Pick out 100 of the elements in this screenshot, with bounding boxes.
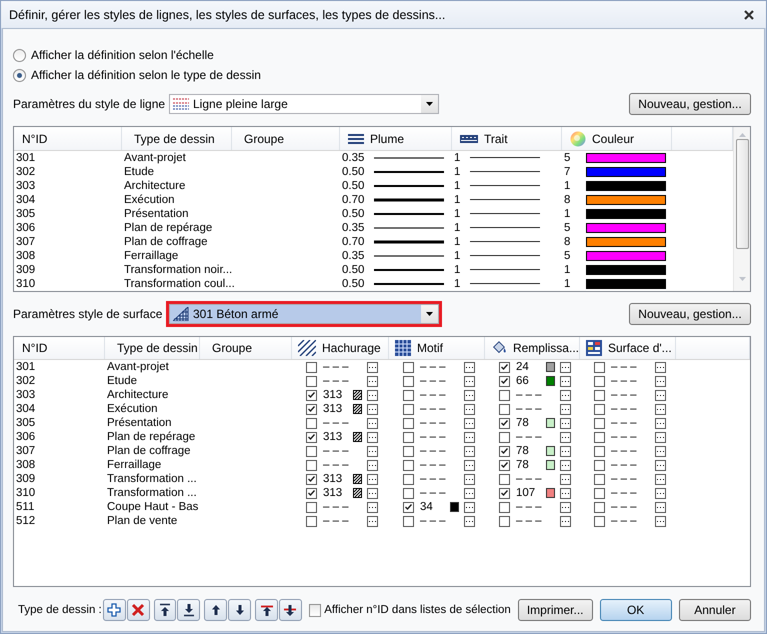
browse-button[interactable] xyxy=(464,418,475,428)
checkbox[interactable] xyxy=(306,502,317,512)
browse-button[interactable] xyxy=(655,474,666,484)
browse-button[interactable] xyxy=(655,460,666,470)
column-header[interactable]: Motif xyxy=(389,337,485,359)
checkbox[interactable] xyxy=(594,460,605,470)
browse-button[interactable] xyxy=(655,488,666,498)
new-manage-button[interactable]: Nouveau, gestion... xyxy=(629,303,751,325)
checkbox-label[interactable]: Afficher n°ID dans listes de sélection xyxy=(324,604,511,616)
checkbox[interactable] xyxy=(306,418,317,428)
browse-button[interactable] xyxy=(367,390,378,400)
checkbox[interactable] xyxy=(499,418,510,428)
add-button[interactable] xyxy=(102,599,126,621)
move-to-bottom-button[interactable] xyxy=(177,599,200,621)
dropdown-button[interactable] xyxy=(421,305,438,323)
browse-button[interactable] xyxy=(560,390,571,400)
column-header[interactable]: Groupe xyxy=(232,127,340,150)
dialog-button[interactable]: Annuler xyxy=(678,599,752,621)
browse-button[interactable] xyxy=(560,502,571,512)
browse-button[interactable] xyxy=(464,460,475,470)
insert-below-button[interactable] xyxy=(278,599,302,621)
browse-button[interactable] xyxy=(560,474,571,484)
checkbox[interactable] xyxy=(306,432,317,442)
checkbox[interactable] xyxy=(306,362,317,372)
column-header[interactable]: Remplissa... xyxy=(485,337,580,359)
checkbox[interactable] xyxy=(594,376,605,386)
checkbox[interactable] xyxy=(403,460,414,470)
column-header[interactable]: Type de dessin xyxy=(122,127,232,150)
column-header[interactable]: N°ID xyxy=(14,127,122,150)
browse-button[interactable] xyxy=(464,362,475,372)
checkbox[interactable] xyxy=(306,446,317,456)
checkbox[interactable] xyxy=(594,516,605,526)
browse-button[interactable] xyxy=(464,390,475,400)
checkbox[interactable] xyxy=(499,502,510,512)
checkbox[interactable] xyxy=(403,516,414,526)
radio-button[interactable] xyxy=(13,48,26,62)
checkbox[interactable] xyxy=(594,474,605,484)
checkbox[interactable] xyxy=(499,474,510,484)
browse-button[interactable] xyxy=(367,362,378,372)
column-header[interactable]: N°ID xyxy=(14,337,105,359)
checkbox[interactable] xyxy=(499,376,510,386)
checkbox[interactable] xyxy=(594,432,605,442)
checkbox[interactable] xyxy=(403,390,414,400)
dialog-button[interactable]: Imprimer... xyxy=(518,599,593,621)
browse-button[interactable] xyxy=(655,432,666,442)
browse-button[interactable] xyxy=(367,446,378,456)
column-header[interactable]: Surface d'... xyxy=(580,337,676,359)
browse-button[interactable] xyxy=(367,460,378,470)
checkbox[interactable] xyxy=(403,376,414,386)
column-header[interactable]: Hachurage xyxy=(292,337,389,359)
checkbox[interactable] xyxy=(594,488,605,498)
checkbox[interactable] xyxy=(594,390,605,400)
checkbox[interactable] xyxy=(403,362,414,372)
column-header[interactable]: Plume xyxy=(340,127,452,150)
browse-button[interactable] xyxy=(367,516,378,526)
checkbox[interactable] xyxy=(403,488,414,498)
checkbox[interactable] xyxy=(403,432,414,442)
browse-button[interactable] xyxy=(464,488,475,498)
checkbox[interactable] xyxy=(308,604,322,616)
checkbox[interactable] xyxy=(499,432,510,442)
browse-button[interactable] xyxy=(655,446,666,456)
checkbox[interactable] xyxy=(499,516,510,526)
browse-button[interactable] xyxy=(367,432,378,442)
browse-button[interactable] xyxy=(655,404,666,414)
browse-button[interactable] xyxy=(464,516,475,526)
browse-button[interactable] xyxy=(367,502,378,512)
move-down-button[interactable] xyxy=(228,599,252,621)
browse-button[interactable] xyxy=(464,474,475,484)
move-to-top-button[interactable] xyxy=(154,599,176,621)
checkbox[interactable] xyxy=(594,362,605,372)
radio-button[interactable] xyxy=(13,68,26,82)
browse-button[interactable] xyxy=(655,418,666,428)
column-header[interactable]: Type de dessin xyxy=(105,337,200,359)
surface-style-dropdown[interactable]: 301 Béton armé xyxy=(169,304,439,324)
checkbox[interactable] xyxy=(499,446,510,456)
checkbox[interactable] xyxy=(306,390,317,400)
browse-button[interactable] xyxy=(560,488,571,498)
column-header[interactable]: Groupe xyxy=(200,337,292,359)
dialog-button[interactable]: OK xyxy=(600,599,672,621)
browse-button[interactable] xyxy=(367,418,378,428)
browse-button[interactable] xyxy=(560,516,571,526)
checkbox[interactable] xyxy=(306,460,317,470)
checkbox[interactable] xyxy=(403,474,414,484)
browse-button[interactable] xyxy=(464,376,475,386)
checkbox[interactable] xyxy=(403,502,414,512)
scrollbar[interactable] xyxy=(733,127,750,291)
checkbox[interactable] xyxy=(499,362,510,372)
browse-button[interactable] xyxy=(367,404,378,414)
move-up-button[interactable] xyxy=(204,599,228,621)
checkbox[interactable] xyxy=(306,404,317,414)
browse-button[interactable] xyxy=(655,390,666,400)
checkbox[interactable] xyxy=(306,488,317,498)
insert-above-button[interactable] xyxy=(255,599,278,621)
browse-button[interactable] xyxy=(560,460,571,470)
column-header[interactable]: Couleur xyxy=(562,127,672,150)
browse-button[interactable] xyxy=(367,376,378,386)
checkbox[interactable] xyxy=(306,474,317,484)
browse-button[interactable] xyxy=(464,502,475,512)
delete-button[interactable] xyxy=(126,599,150,621)
browse-button[interactable] xyxy=(464,404,475,414)
